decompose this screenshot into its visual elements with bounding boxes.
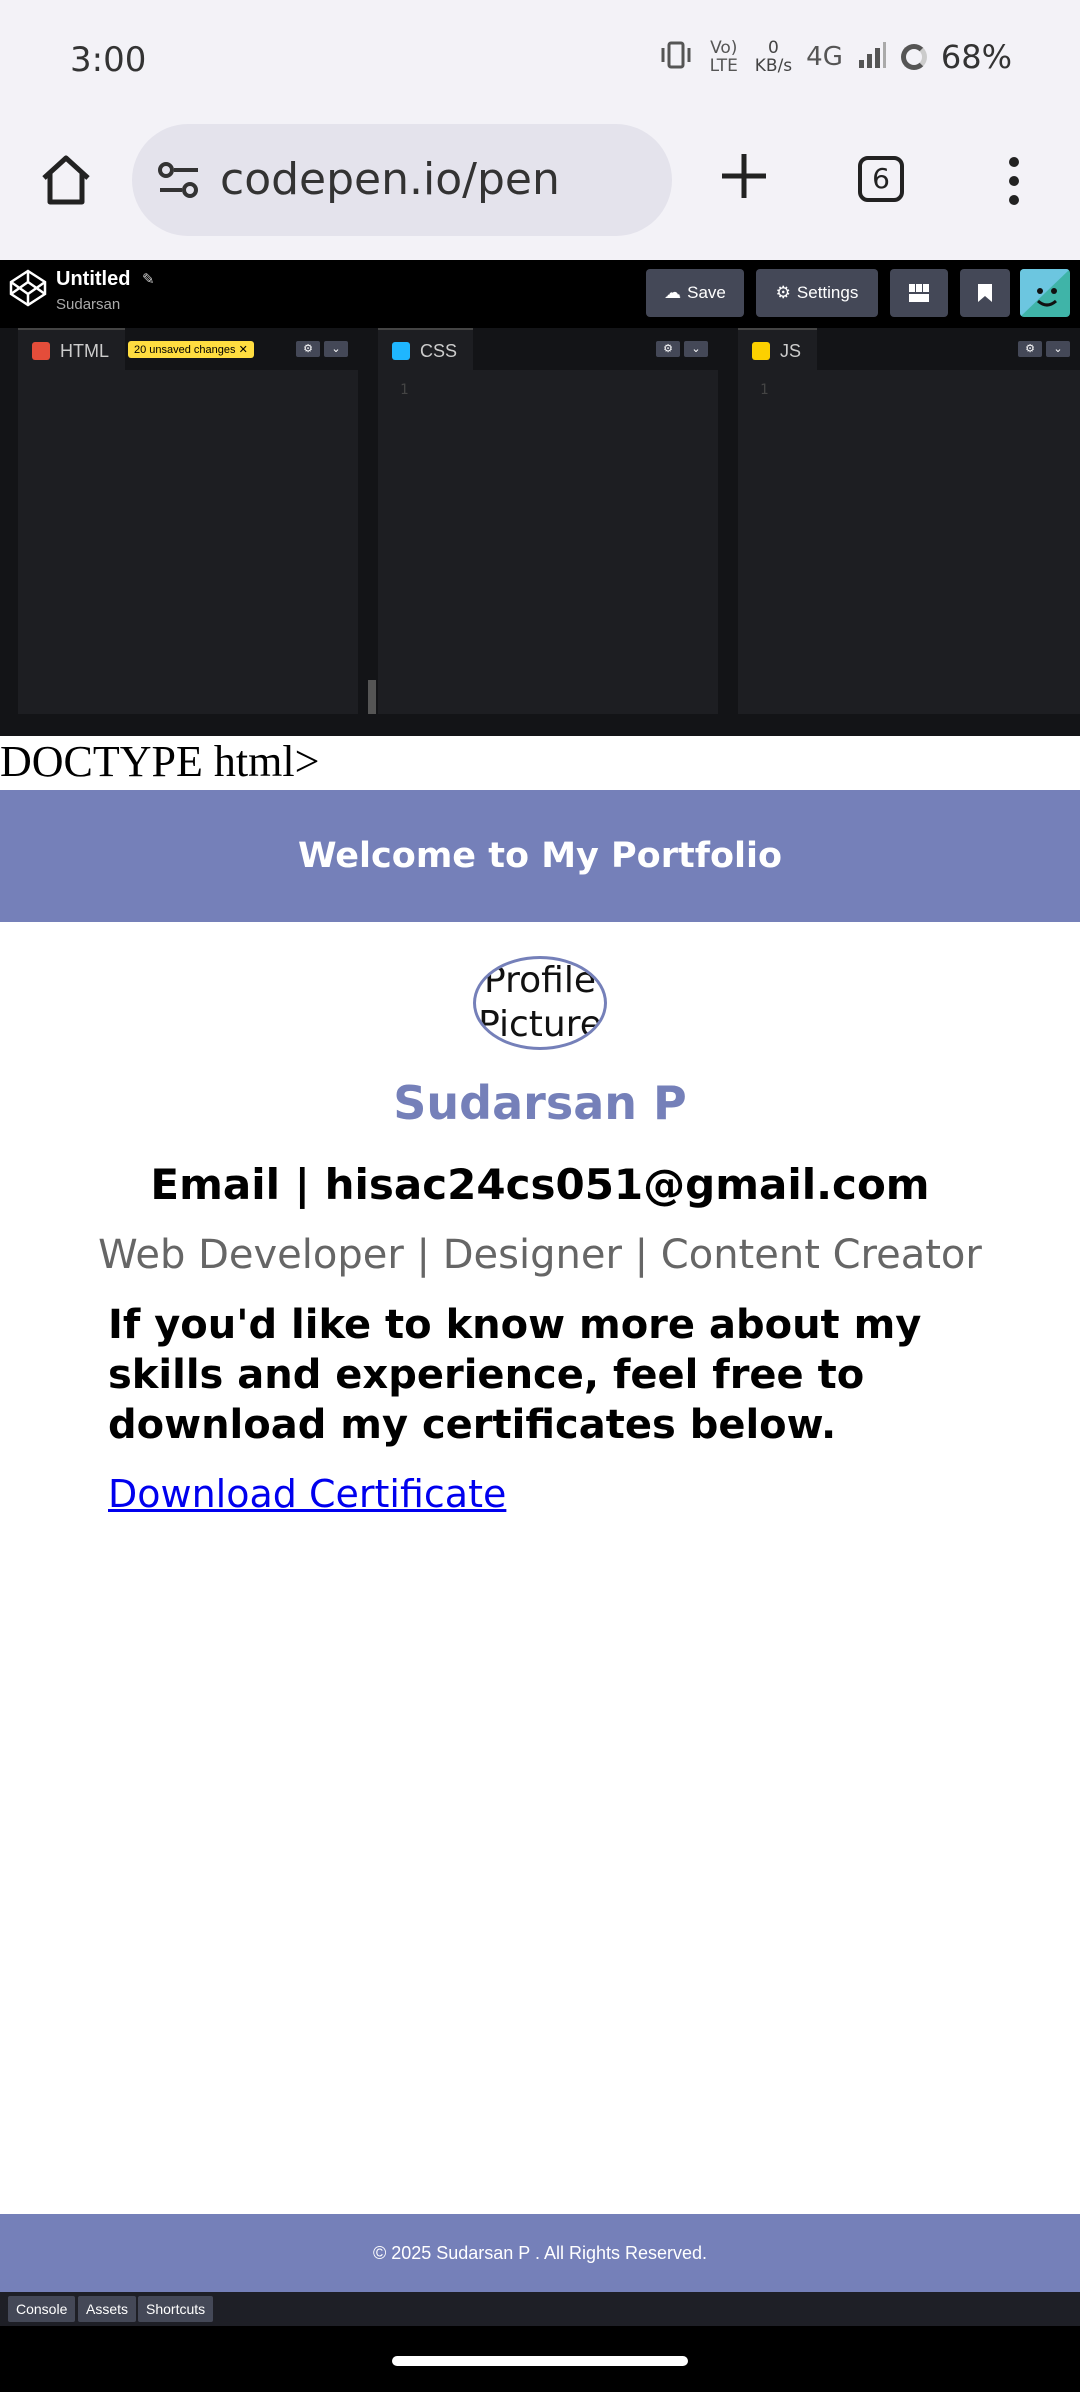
system-nav-bar (0, 2326, 1080, 2392)
status-time: 3:00 (70, 40, 147, 80)
layout-icon (909, 284, 929, 302)
edit-title-icon[interactable]: ✎ (142, 270, 155, 288)
data-speed-unit: KB/s (754, 56, 793, 76)
network-type: 4G (806, 42, 843, 72)
bookmark-icon (978, 284, 992, 302)
css-settings-icon[interactable]: ⚙ (656, 341, 680, 357)
new-tab-icon[interactable] (716, 148, 772, 204)
console-button[interactable]: Console (8, 2296, 76, 2322)
more-options-icon[interactable] (1000, 156, 1028, 206)
tab-html[interactable]: HTML (18, 328, 125, 372)
css-pane-header: CSS ⚙ ⌄ (378, 328, 718, 372)
portfolio-header: Welcome to My Portfolio (0, 790, 1080, 922)
preview-frame: DOCTYPE html> Welcome to My Portfolio Pr… (0, 736, 1080, 2328)
site-settings-icon[interactable] (156, 160, 202, 200)
css-editor[interactable]: CSS ⚙ ⌄ 1 (378, 328, 718, 714)
status-icons: Vo) LTE 0 KB/s 4G 68% (659, 38, 1012, 76)
html-icon (32, 342, 50, 360)
battery-icon (900, 44, 927, 70)
home-icon[interactable] (36, 150, 96, 210)
html-editor[interactable]: HTML 20 unsaved changes ✕ ⚙ ⌄ (18, 328, 376, 714)
css-line-number: 1 (400, 382, 409, 398)
portfolio-title: Welcome to My Portfolio (297, 836, 783, 876)
change-view-button[interactable] (890, 269, 948, 317)
battery-level: 68% (940, 38, 1012, 76)
css-tab-label: CSS (420, 340, 458, 361)
user-avatar[interactable] (1020, 269, 1070, 317)
settings-button[interactable]: ⚙ Settings (756, 269, 878, 317)
css-icon (392, 342, 410, 360)
unsaved-changes-badge[interactable]: 20 unsaved changes ✕ (128, 341, 254, 358)
html-tab-label: HTML (60, 340, 109, 361)
js-icon (752, 342, 770, 360)
pen-author[interactable]: Sudarsan (56, 296, 120, 313)
gesture-handle[interactable] (392, 2356, 688, 2366)
js-pane-header: JS ⚙ ⌄ (738, 328, 1080, 372)
status-bar: 3:00 Vo) LTE 0 KB/s 4G 68% (0, 0, 1080, 120)
url-text: codepen.io/pen (220, 154, 560, 205)
person-name: Sudarsan P (393, 1076, 687, 1130)
js-editor[interactable]: JS ⚙ ⌄ 1 (738, 328, 1080, 714)
pen-title[interactable]: Untitled (56, 268, 130, 291)
scroll-handle[interactable] (368, 680, 376, 714)
doctype-text: DOCTYPE html> (0, 737, 320, 786)
codepen-logo-icon[interactable] (8, 268, 48, 308)
html-chevron-down-icon[interactable]: ⌄ (324, 341, 348, 357)
html-pane-controls: ⚙ ⌄ (296, 341, 348, 357)
save-label: Save (687, 283, 726, 302)
css-chevron-down-icon[interactable]: ⌄ (684, 341, 708, 357)
data-speed: 0 KB/s (755, 39, 792, 75)
js-tab-label: JS (780, 340, 802, 361)
tab-css[interactable]: CSS (378, 328, 474, 372)
codepen-header: Untitled ✎ Sudarsan ☁ Save ⚙ Settings (0, 260, 1080, 328)
email-line: Email | hisac24cs051@gmail.com (150, 1160, 930, 1209)
vibrate-icon (659, 40, 693, 75)
signal-icon (857, 40, 887, 75)
tab-switcher-button[interactable]: 6 (858, 156, 904, 202)
save-button[interactable]: ☁ Save (646, 269, 744, 317)
js-pane-controls: ⚙ ⌄ (1018, 341, 1070, 357)
js-line-number: 1 (760, 382, 769, 398)
profile-picture: Profile Picture (473, 956, 607, 1050)
url-bar[interactable]: codepen.io/pen (132, 124, 672, 236)
html-settings-icon[interactable]: ⚙ (296, 341, 320, 357)
intro-paragraph: If you'd like to know more about my skil… (108, 1302, 922, 1448)
settings-label: Settings (796, 283, 859, 302)
shortcuts-button[interactable]: Shortcuts (138, 2296, 214, 2322)
tab-js[interactable]: JS (738, 328, 818, 372)
codepen-bottom-bar: Console Assets Shortcuts (0, 2292, 1080, 2326)
js-settings-icon[interactable]: ⚙ (1018, 341, 1042, 357)
assets-button[interactable]: Assets (78, 2296, 137, 2322)
browser-toolbar: codepen.io/pen 6 (0, 120, 1080, 260)
html-pane-header: HTML 20 unsaved changes ✕ ⚙ ⌄ (18, 328, 358, 372)
bookmark-button[interactable] (960, 269, 1010, 317)
css-pane-controls: ⚙ ⌄ (656, 341, 708, 357)
gear-icon: ⚙ (775, 283, 791, 302)
volte-icon: Vo) LTE (709, 38, 738, 76)
data-speed-value: 0 (768, 38, 779, 58)
portfolio-footer: © 2025 Sudarsan P . All Rights Reserved. (0, 2214, 1080, 2292)
download-certificate-link[interactable]: Download Certificate (108, 1472, 506, 1516)
js-chevron-down-icon[interactable]: ⌄ (1046, 341, 1070, 357)
cloud-icon: ☁ (664, 283, 682, 302)
roles-line: Web Developer | Designer | Content Creat… (98, 1232, 982, 1278)
editor-panes: HTML 20 unsaved changes ✕ ⚙ ⌄ CSS ⚙ ⌄ 1 (0, 328, 1080, 736)
